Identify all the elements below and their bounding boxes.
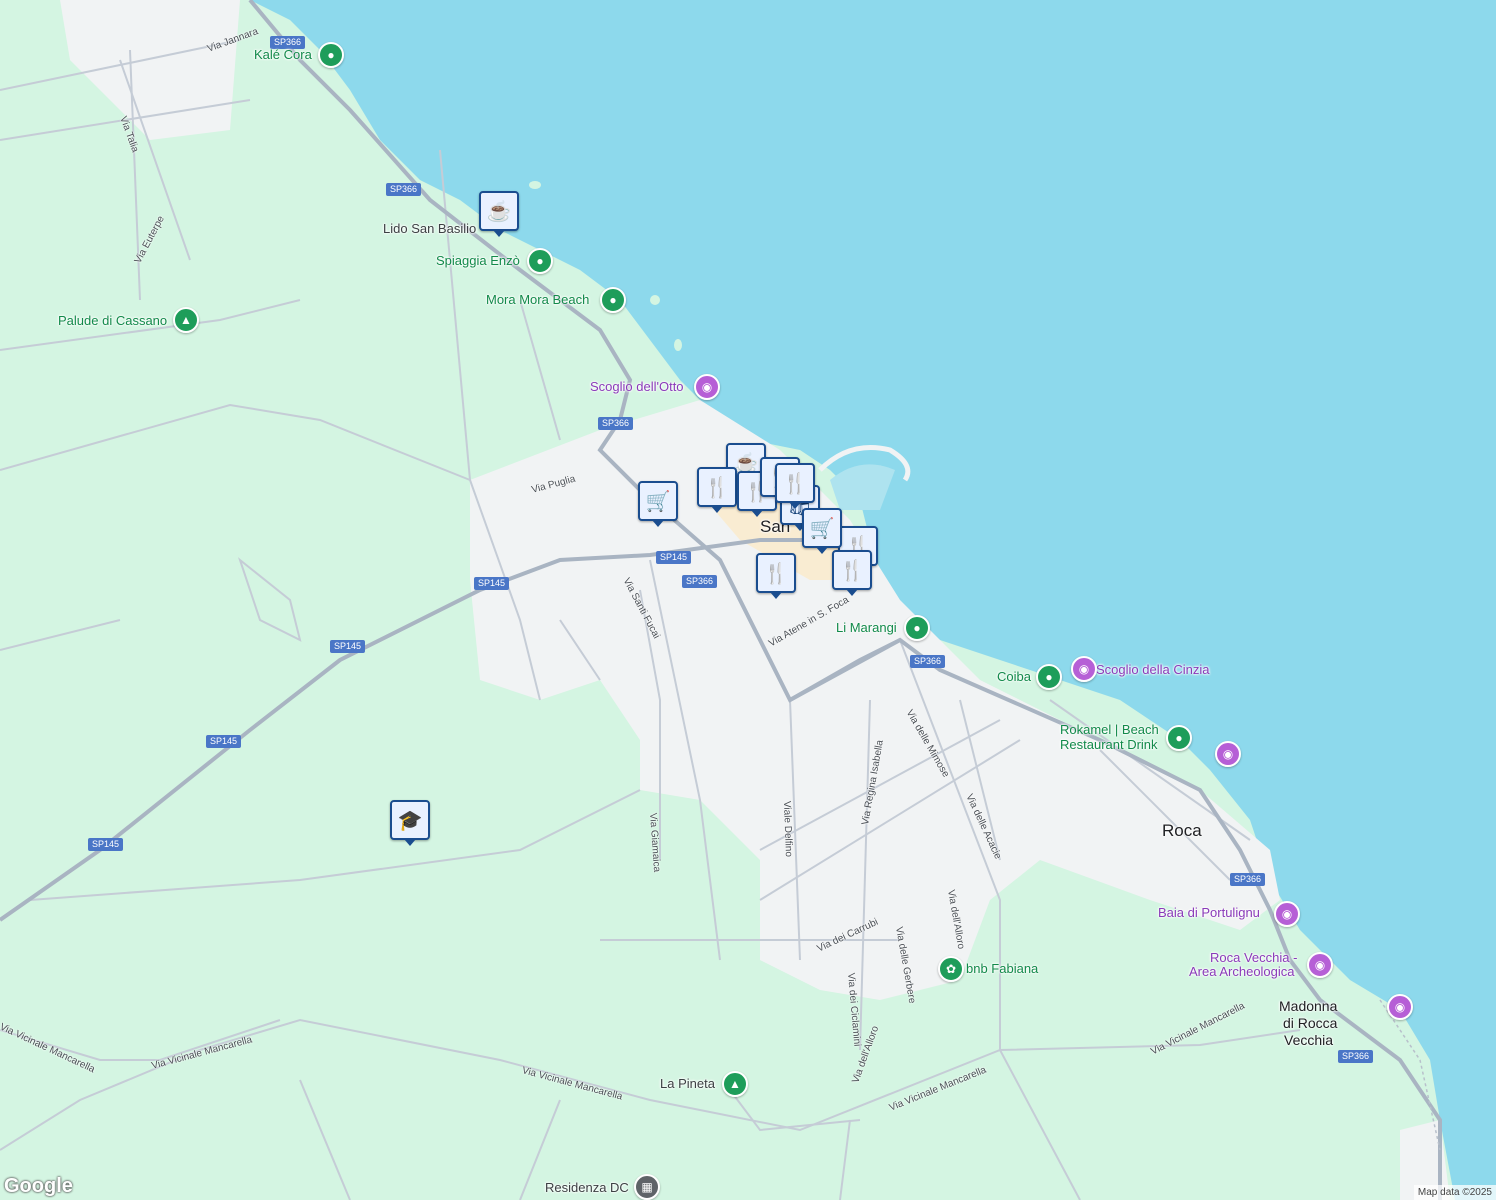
place-label[interactable]: Scoglio della Cinzia [1096, 663, 1209, 676]
place-label[interactable]: La Pineta [660, 1077, 715, 1090]
google-logo: Google [4, 1175, 73, 1197]
route-shield: SP366 [598, 417, 634, 430]
urban-area [60, 0, 240, 140]
islet [674, 339, 682, 351]
islet [650, 295, 660, 305]
shopping-cart-icon[interactable]: 🛒 [638, 481, 678, 527]
route-shield: SP145 [330, 640, 366, 653]
town-label[interactable]: Roca [1162, 822, 1202, 839]
camera-icon[interactable]: ◉ [1387, 994, 1413, 1020]
route-shield: SP366 [910, 655, 946, 668]
camera-icon[interactable]: ◉ [694, 374, 720, 400]
restaurant-icon[interactable]: 🍴 [775, 463, 815, 509]
beach-icon[interactable]: ● [600, 287, 626, 313]
place-label[interactable]: Lido San Basilio [383, 222, 476, 235]
place-label[interactable]: Scoglio dell'Otto [590, 380, 684, 393]
place-label[interactable]: Roca Vecchia - [1210, 951, 1297, 964]
beach-icon[interactable]: ● [1036, 664, 1062, 690]
beach-icon[interactable]: ● [904, 615, 930, 641]
shopping-cart-icon[interactable]: 🛒 [802, 508, 842, 554]
building-icon[interactable]: ▦ [634, 1174, 660, 1200]
beach-icon[interactable]: ● [318, 42, 344, 68]
beach-icon[interactable]: ● [527, 248, 553, 274]
beach-icon[interactable]: ● [1166, 725, 1192, 751]
campground-icon[interactable]: ▲ [722, 1071, 748, 1097]
place-label[interactable]: Baia di Portulignu [1158, 906, 1260, 919]
restaurant-icon[interactable]: 🍴 [756, 553, 796, 599]
restaurant-icon[interactable]: 🍴 [832, 550, 872, 596]
place-label[interactable]: Residenza DC [545, 1181, 629, 1194]
place-label[interactable]: bnb Fabiana [966, 962, 1038, 975]
route-shield: SP366 [386, 183, 422, 196]
town-label[interactable]: Madonna [1279, 999, 1337, 1013]
camera-icon[interactable]: ◉ [1307, 952, 1333, 978]
route-shield: SP366 [1230, 873, 1266, 886]
place-label[interactable]: Rokamel | Beach [1060, 723, 1159, 736]
route-shield: SP366 [682, 575, 718, 588]
place-label[interactable]: Kalé Cora [254, 48, 312, 61]
place-label[interactable]: Restaurant Drink [1060, 738, 1158, 751]
place-label[interactable]: Mora Mora Beach [486, 293, 589, 306]
route-shield: SP145 [474, 577, 510, 590]
place-label[interactable]: Coiba [997, 670, 1031, 683]
lodging-icon[interactable]: ✿ [938, 956, 964, 982]
place-label[interactable]: Palude di Cassano [58, 314, 167, 327]
park-icon[interactable]: ▲ [173, 307, 199, 333]
map-canvas[interactable] [0, 0, 1496, 1200]
coffee-icon[interactable]: ☕ [479, 191, 519, 237]
camera-icon[interactable]: ◉ [1274, 901, 1300, 927]
map-attribution[interactable]: Map data ©2025 [1413, 1185, 1496, 1200]
place-label[interactable]: Li Marangi [836, 621, 897, 634]
school-icon[interactable]: 🎓 [390, 800, 430, 846]
road-label: Viale Delfino [781, 800, 794, 858]
route-shield: SP366 [1338, 1050, 1374, 1063]
place-label[interactable]: Spiaggia Enzò [436, 254, 520, 267]
restaurant-icon[interactable]: 🍴 [697, 467, 737, 513]
route-shield: SP145 [656, 551, 692, 564]
town-label[interactable]: di Rocca [1283, 1016, 1337, 1030]
route-shield: SP145 [88, 838, 124, 851]
route-shield: SP145 [206, 735, 242, 748]
town-label[interactable]: Vecchia [1284, 1033, 1333, 1047]
islet [529, 181, 541, 189]
camera-icon[interactable]: ◉ [1071, 656, 1097, 682]
place-label[interactable]: Area Archeologica [1189, 965, 1295, 978]
camera-icon[interactable]: ◉ [1215, 741, 1241, 767]
